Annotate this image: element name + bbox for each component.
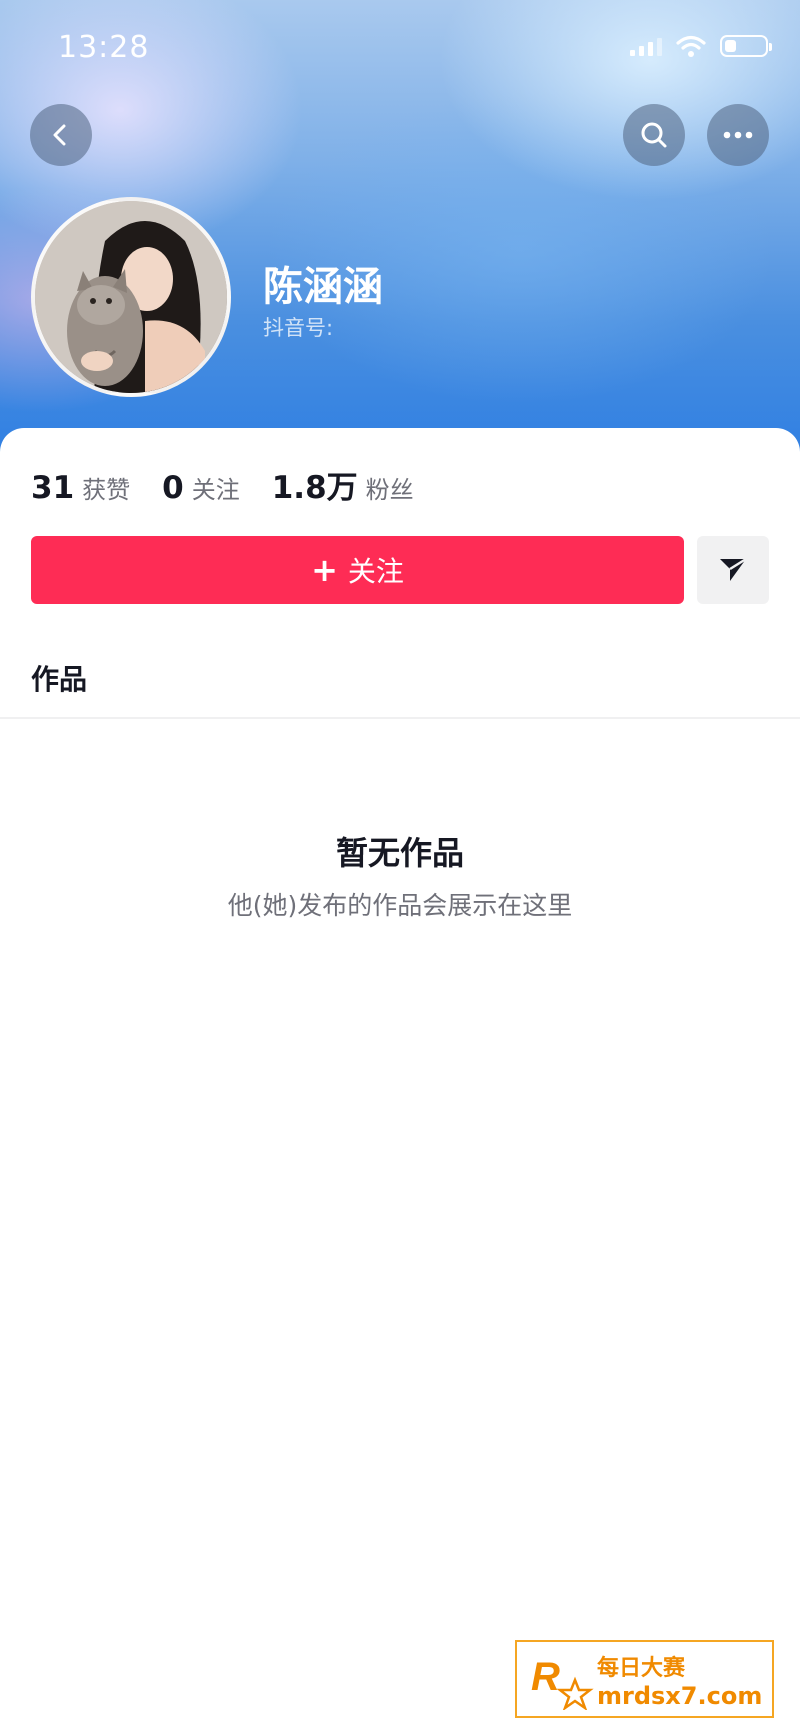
status-time: 13:28: [58, 30, 150, 65]
douyin-id-label[interactable]: 抖音号:: [263, 312, 333, 342]
status-icons: [630, 34, 772, 58]
signal-icon: [630, 36, 662, 56]
chevron-left-icon: [53, 124, 66, 146]
search-button[interactable]: [623, 104, 685, 166]
plus-icon: +: [311, 551, 338, 589]
tab-divider: [0, 717, 800, 719]
back-button[interactable]: [30, 104, 92, 166]
more-horizontal-icon: [723, 131, 753, 139]
search-icon: [641, 122, 667, 148]
stat-likes-value: 31: [31, 470, 75, 506]
svg-text:R: R: [531, 1655, 560, 1699]
avatar[interactable]: [31, 197, 231, 397]
stat-followers-label: 粉丝: [365, 476, 414, 504]
stat-followers[interactable]: 1.8万 粉丝: [272, 462, 414, 507]
stat-following-value: 0: [162, 470, 184, 506]
follow-button[interactable]: + 关注: [31, 536, 684, 604]
tab-works[interactable]: 作品: [31, 658, 87, 698]
send-icon: [720, 557, 747, 581]
status-bar: 13:28: [0, 0, 800, 96]
profile-banner: 13:28 陈涵涵 抖音号:: [0, 0, 800, 460]
stat-likes-label: 获赞: [82, 476, 131, 504]
profile-stats: 31 获赞 0 关注 1.8万 粉丝: [31, 462, 446, 507]
more-button[interactable]: [707, 104, 769, 166]
profile-page: 13:28 陈涵涵 抖音号: 31 获赞 0 关注 1.8万 粉丝 + 关注 作…: [0, 0, 800, 1734]
stat-following-label: 关注: [191, 476, 240, 504]
watermark-logo-icon: R: [531, 1655, 594, 1710]
stat-likes[interactable]: 31 获赞: [31, 470, 130, 506]
battery-icon: [720, 35, 772, 57]
stat-following[interactable]: 0 关注: [162, 470, 240, 506]
profile-content: 31 获赞 0 关注 1.8万 粉丝 + 关注 作品 暂无作品 他(她)发布的作…: [0, 428, 800, 1734]
profile-name: 陈涵涵: [263, 264, 383, 310]
watermark-url: mrdsx7.com: [597, 1682, 763, 1710]
message-button[interactable]: [697, 536, 769, 604]
watermark-cn-text: 每日大赛: [597, 1656, 686, 1681]
wifi-icon: [676, 35, 706, 57]
empty-state-description: 他(她)发布的作品会展示在这里: [227, 891, 573, 920]
watermark-badge: R 每日大赛 mrdsx7.com: [515, 1640, 774, 1718]
empty-state-title: 暂无作品: [335, 834, 464, 872]
follow-button-label: 关注: [347, 555, 404, 588]
avatar-photo: [35, 201, 227, 393]
stat-followers-value: 1.8万: [271, 470, 358, 506]
